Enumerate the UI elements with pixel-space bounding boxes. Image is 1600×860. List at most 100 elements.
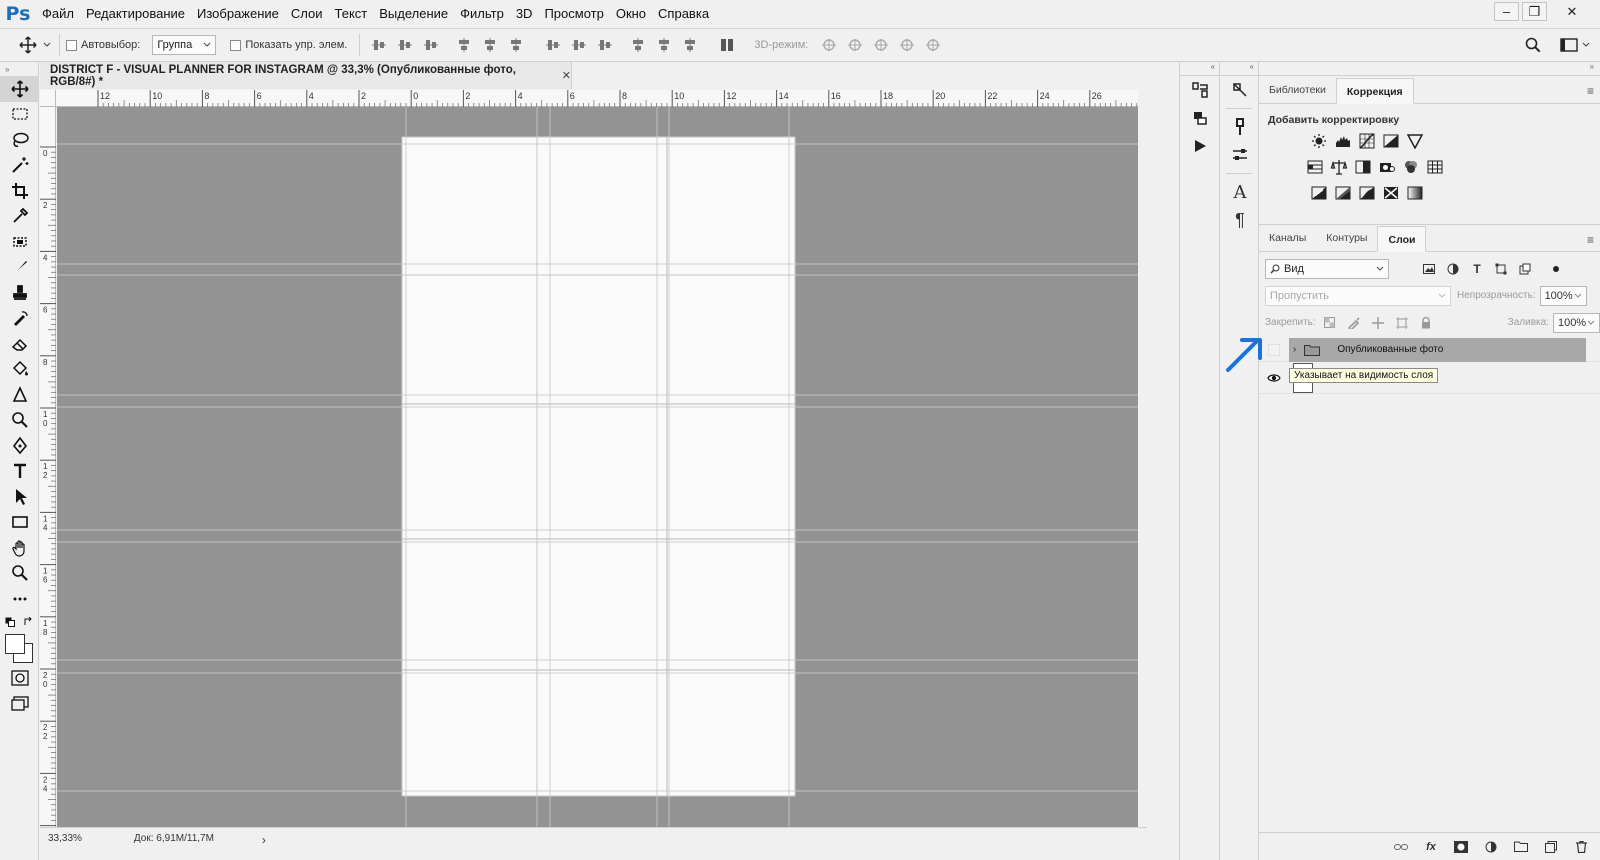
brush-icon[interactable] [0, 255, 39, 281]
scale-3d-icon[interactable] [923, 35, 943, 55]
filter-pixel-layers-icon[interactable] [1419, 259, 1439, 279]
align-vertical-centers-icon[interactable] [395, 35, 415, 55]
distribute-top-icon[interactable] [543, 35, 563, 55]
paint-bucket-icon[interactable] [0, 357, 39, 383]
color-lookup-icon[interactable] [1423, 155, 1447, 179]
rectangular-marquee-icon[interactable] [0, 102, 39, 128]
align-horizontal-centers-icon[interactable] [480, 35, 500, 55]
show-transform-controls-checkbox[interactable] [230, 39, 242, 51]
collapse-panels-icon[interactable]: » [1259, 62, 1600, 76]
menu-file[interactable]: Файл [36, 0, 80, 28]
lock-image-pixels-icon[interactable] [1344, 313, 1364, 333]
selective-color-icon[interactable] [1379, 181, 1403, 205]
curves-icon[interactable] [1355, 129, 1379, 153]
menu-window[interactable]: Окно [610, 0, 652, 28]
align-right-edges-icon[interactable] [506, 35, 526, 55]
menu-edit[interactable]: Редактирование [80, 0, 191, 28]
panel-menu-icon[interactable]: ≡ [1587, 84, 1594, 98]
tab-adjustments[interactable]: Коррекция [1335, 78, 1414, 104]
dodge-icon[interactable] [0, 408, 39, 434]
lock-position-icon[interactable] [1368, 313, 1388, 333]
menu-filter[interactable]: Фильтр [454, 0, 510, 28]
layer-filter-kind-select[interactable]: Вид [1265, 258, 1389, 279]
posterize-icon[interactable] [1331, 181, 1355, 205]
menu-3d[interactable]: 3D [510, 0, 539, 28]
close-document-icon[interactable]: ✕ [562, 69, 571, 82]
vibrance-icon[interactable] [1403, 129, 1427, 153]
levels-icon[interactable] [1331, 129, 1355, 153]
foreground-color-swatch[interactable] [5, 633, 25, 654]
filter-shape-layers-icon[interactable] [1491, 259, 1511, 279]
new-layer-icon[interactable] [1541, 837, 1561, 857]
paragraph-panel-icon[interactable]: ¶ [1220, 206, 1260, 234]
layer-style-fx-icon[interactable]: fx [1421, 837, 1441, 857]
healing-brush-icon[interactable] [0, 229, 39, 255]
history-brush-icon[interactable] [0, 306, 39, 332]
menu-layers[interactable]: Слои [285, 0, 329, 28]
tab-channels[interactable]: Каналы [1259, 225, 1316, 251]
crop-icon[interactable] [0, 178, 39, 204]
filter-smart-objects-icon[interactable] [1515, 259, 1535, 279]
swap-colors-icon[interactable] [23, 616, 33, 627]
screen-mode-icon[interactable] [0, 691, 39, 717]
character-panel-icon[interactable]: A [1220, 178, 1260, 206]
menu-type[interactable]: Текст [329, 0, 374, 28]
blur-icon[interactable] [0, 382, 39, 408]
brush-settings-icon[interactable] [1220, 113, 1260, 141]
tab-paths[interactable]: Контуры [1316, 225, 1377, 251]
type-icon[interactable] [0, 459, 39, 485]
drag-3d-icon[interactable] [871, 35, 891, 55]
filter-toggle-icon[interactable] [1553, 265, 1559, 272]
distribute-horizontal-centers-icon[interactable] [654, 35, 674, 55]
menu-select[interactable]: Выделение [373, 0, 454, 28]
color-balance-icon[interactable] [1327, 155, 1351, 179]
link-layers-icon[interactable] [1391, 837, 1411, 857]
quick-mask-icon[interactable] [0, 666, 39, 692]
new-adjustment-layer-icon[interactable] [1481, 837, 1501, 857]
move-tool-icon[interactable] [0, 76, 39, 102]
blend-mode-select[interactable]: Пропустить [1265, 285, 1451, 306]
distribute-right-icon[interactable] [680, 35, 700, 55]
slide-3d-icon[interactable] [897, 35, 917, 55]
brightness-contrast-icon[interactable] [1307, 129, 1331, 153]
threshold-icon[interactable] [1355, 181, 1379, 205]
lock-artboard-icon[interactable] [1392, 313, 1412, 333]
add-mask-icon[interactable] [1451, 837, 1471, 857]
status-menu-arrow[interactable]: › [262, 833, 266, 847]
zoom-icon[interactable] [0, 561, 39, 587]
eraser-icon[interactable] [0, 331, 39, 357]
roll-3d-icon[interactable] [845, 35, 865, 55]
magic-wand-icon[interactable] [0, 153, 39, 179]
distribute-bottom-icon[interactable] [595, 35, 615, 55]
move-tool-preset-icon[interactable] [18, 35, 38, 55]
panel-menu-icon[interactable]: ≡ [1587, 233, 1594, 247]
distribute-vertical-centers-icon[interactable] [569, 35, 589, 55]
clone-stamp-icon[interactable] [0, 280, 39, 306]
tab-layers[interactable]: Слои [1377, 226, 1427, 252]
workspace-icon[interactable] [1559, 35, 1579, 55]
align-bottom-edges-icon[interactable] [421, 35, 441, 55]
zoom-level[interactable]: 33,33% [48, 833, 82, 844]
menu-image[interactable]: Изображение [191, 0, 285, 28]
invert-icon[interactable] [1307, 181, 1331, 205]
vertical-ruler[interactable]: 02468101214161820222426 [40, 107, 56, 827]
layer-row[interactable]: Указывает на видимость слоя [1259, 362, 1600, 394]
hand-icon[interactable] [0, 535, 39, 561]
document-tab[interactable]: DISTRICT F - VISUAL PLANNER FOR INSTAGRA… [40, 62, 572, 89]
autoselect-target-select[interactable]: Группа [152, 35, 217, 55]
eyedropper-icon[interactable] [0, 204, 39, 230]
photo-filter-icon[interactable] [1375, 155, 1399, 179]
pen-icon[interactable] [0, 433, 39, 459]
gradient-map-icon[interactable] [1403, 181, 1427, 205]
chevron-down-icon[interactable] [1580, 33, 1592, 57]
search-icon[interactable] [1523, 35, 1543, 55]
exposure-icon[interactable] [1379, 129, 1403, 153]
filter-adjustment-layers-icon[interactable] [1443, 259, 1463, 279]
opacity-field[interactable]: 100% [1539, 285, 1587, 306]
menu-view[interactable]: Просмотр [538, 0, 609, 28]
properties-icon[interactable] [1180, 104, 1220, 132]
expand-panels-icon[interactable]: « [1220, 62, 1258, 76]
minimize-button[interactable]: – [1494, 2, 1519, 21]
close-window-button[interactable]: ✕ [1550, 2, 1594, 21]
more-tools-icon[interactable] [0, 586, 39, 612]
